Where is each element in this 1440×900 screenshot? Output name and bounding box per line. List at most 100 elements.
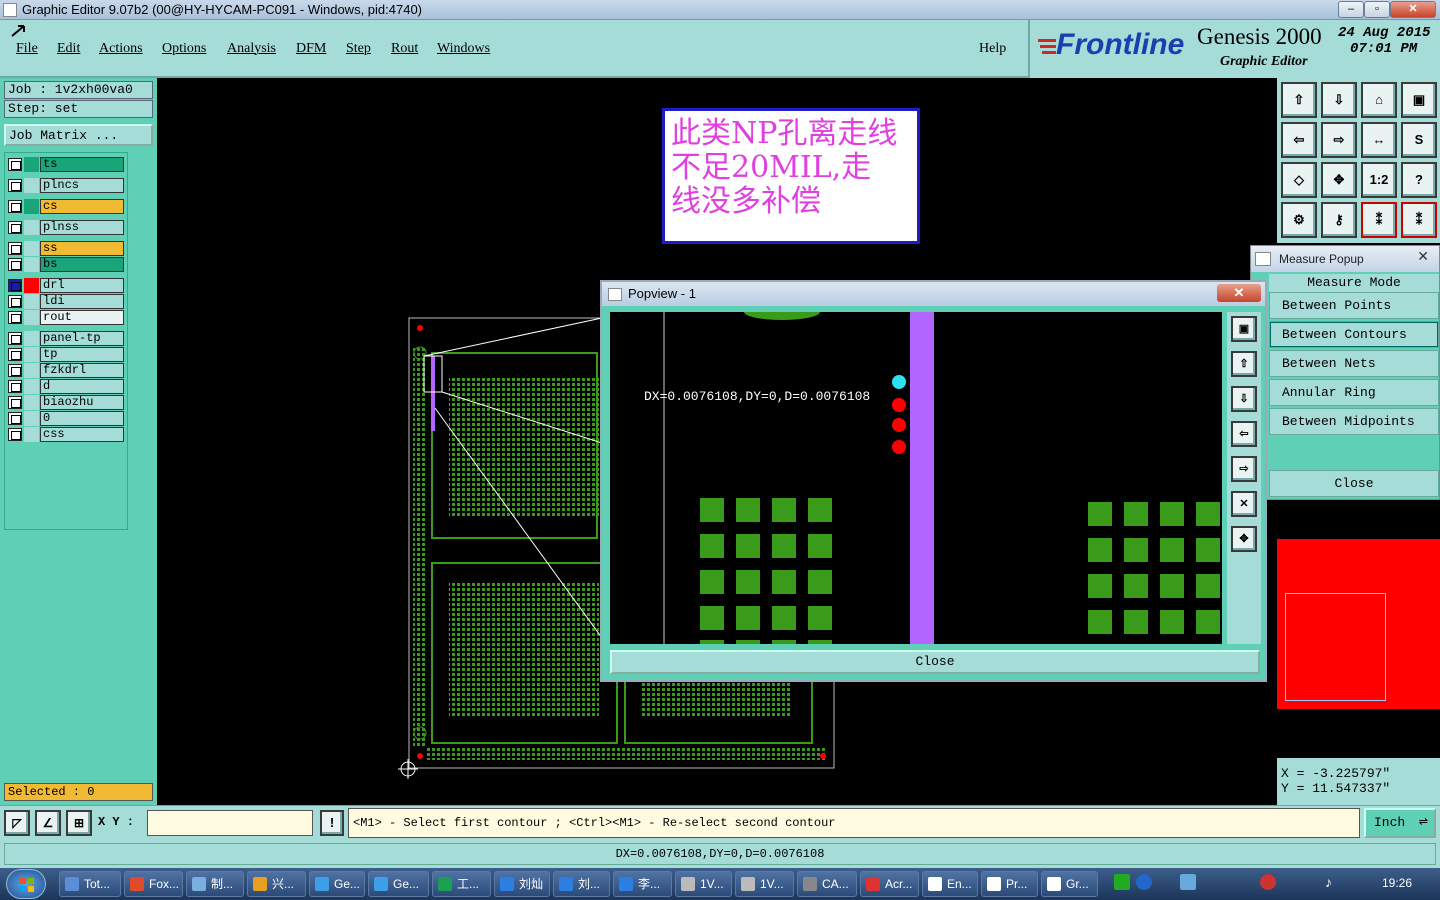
taskbar-item[interactable]: 李... (613, 871, 672, 897)
taskbar-item[interactable]: Pr... (981, 871, 1038, 897)
start-button[interactable] (6, 869, 46, 899)
volume-icon[interactable]: ♪ (1325, 874, 1332, 890)
menu-windows[interactable]: Windows (437, 41, 490, 57)
popview-close-button[interactable]: Close (610, 650, 1260, 674)
taskbar-item[interactable]: 制... (186, 871, 244, 897)
taskbar-item[interactable]: Gr... (1041, 871, 1098, 897)
taskbar-item[interactable]: 工... (432, 871, 491, 897)
overview-map[interactable] (1277, 503, 1440, 758)
layer-name[interactable]: tp (40, 347, 124, 362)
layer-color-swatch[interactable] (24, 157, 39, 172)
layer-checkbox[interactable] (8, 364, 22, 377)
popview-pan-down-icon[interactable]: ⇩ (1231, 386, 1257, 412)
layer-color-swatch[interactable] (24, 257, 39, 272)
layer-checkbox[interactable] (8, 242, 22, 255)
layer-row-rout[interactable]: rout (8, 310, 124, 325)
layer-checkbox[interactable] (8, 158, 22, 171)
popview-zoom-out-icon[interactable]: ✕ (1231, 491, 1257, 517)
menu-file[interactable]: File (16, 41, 38, 57)
units-selector[interactable]: Inch ⇌ (1364, 808, 1436, 838)
layer-name[interactable]: plncs (40, 178, 124, 193)
taskbar-item[interactable]: 1V... (675, 871, 732, 897)
measure-close-icon[interactable]: ✕ (1417, 248, 1429, 265)
grid-mode-icon[interactable]: ⊞ (66, 810, 92, 836)
layer-checkbox[interactable] (8, 311, 22, 324)
home-view-icon[interactable]: ⌂ (1361, 82, 1397, 118)
menu-rout[interactable]: Rout (391, 41, 418, 57)
snap-icon[interactable]: S (1401, 122, 1437, 158)
window-view-icon[interactable]: ▣ (1401, 82, 1437, 118)
taskbar-item[interactable]: 刘灿 (494, 871, 550, 897)
layer-name[interactable]: bs (40, 257, 124, 272)
popview-pan-right-icon[interactable]: ⇨ (1231, 456, 1257, 482)
zoom-center-icon[interactable]: ✥ (1321, 162, 1357, 198)
layer-row-bs[interactable]: bs (8, 257, 124, 272)
popview-pan-up-icon[interactable]: ⇧ (1231, 351, 1257, 377)
xy-input[interactable] (147, 810, 313, 836)
ratio-icon[interactable]: 1:2 (1361, 162, 1397, 198)
pan-up-icon[interactable]: ⇧ (1281, 82, 1317, 118)
layer-row-css[interactable]: css (8, 427, 124, 442)
layer-checkbox[interactable] (8, 332, 22, 345)
popview-pan-left-icon[interactable]: ⇦ (1231, 421, 1257, 447)
measure-close-button[interactable]: Close (1269, 470, 1439, 497)
zoom-fit-icon[interactable]: ◇ (1281, 162, 1317, 198)
layer-checkbox[interactable] (8, 279, 22, 292)
select-mode-icon[interactable]: ◸ (4, 810, 30, 836)
layer-row-cs[interactable]: cs (8, 199, 124, 214)
layer-row-0[interactable]: 0 (8, 411, 124, 426)
layer-name[interactable]: plnss (40, 220, 124, 235)
key-icon[interactable]: ⚷ (1321, 202, 1357, 238)
layer-row-fzkdrl[interactable]: fzkdrl (8, 363, 124, 378)
taskbar-item[interactable]: CA... (797, 871, 857, 897)
taskbar-item[interactable]: Tot... (59, 871, 121, 897)
layer-color-swatch[interactable] (24, 331, 39, 346)
layer-name[interactable]: css (40, 427, 124, 442)
layer-name[interactable]: ldi (40, 294, 124, 309)
tray-icon-s[interactable] (1114, 874, 1130, 890)
taskbar-item[interactable]: Fox... (124, 871, 183, 897)
measure-between-nets[interactable]: Between Nets (1269, 350, 1439, 377)
layer-name[interactable]: ss (40, 241, 124, 256)
overview-viewport[interactable] (1285, 593, 1386, 701)
tray-icon[interactable] (1260, 874, 1276, 890)
tray-icon[interactable] (1180, 874, 1196, 890)
taskbar-item[interactable]: Ge... (309, 871, 365, 897)
taskbar-item[interactable]: En... (922, 871, 978, 897)
layer-row-ldi[interactable]: ldi (8, 294, 124, 309)
menu-help[interactable]: Help (979, 41, 1006, 57)
menu-analysis[interactable]: Analysis (227, 41, 276, 57)
layer-checkbox[interactable] (8, 221, 22, 234)
popview-canvas[interactable]: DX=0.0076108,DY=0,D=0.0076108 (610, 312, 1222, 644)
layer-color-swatch[interactable] (24, 411, 39, 426)
layer-checkbox[interactable] (8, 295, 22, 308)
help-icon[interactable]: ? (1401, 162, 1437, 198)
layer-name[interactable]: cs (40, 199, 124, 214)
layer-row-plnss[interactable]: plnss (8, 220, 124, 235)
layer-color-swatch[interactable] (24, 395, 39, 410)
layer-row-ts[interactable]: ts (8, 157, 124, 172)
layer-row-ss[interactable]: ss (8, 241, 124, 256)
layer-checkbox[interactable] (8, 179, 22, 192)
layer-color-swatch[interactable] (24, 278, 39, 293)
tray-help-icon[interactable] (1136, 874, 1152, 890)
layer-checkbox[interactable] (8, 396, 22, 409)
pan-left-icon[interactable]: ⇦ (1281, 122, 1317, 158)
layer-row-biaozhu[interactable]: biaozhu (8, 395, 124, 410)
measure-between-midpoints[interactable]: Between Midpoints (1269, 408, 1439, 435)
layer-name[interactable]: 0 (40, 411, 124, 426)
layer-name[interactable]: d (40, 379, 124, 394)
layer-row-drl[interactable]: drl (8, 278, 124, 293)
measure-between-contours[interactable]: Between Contours (1269, 321, 1439, 348)
layer-color-swatch[interactable] (24, 178, 39, 193)
popview-close-icon[interactable]: ✕ (1217, 284, 1261, 302)
layer-checkbox[interactable] (8, 200, 22, 213)
angle-mode-icon[interactable]: ∠ (35, 810, 61, 836)
warning-icon[interactable]: ! (320, 810, 344, 836)
menu-dfm[interactable]: DFM (296, 41, 326, 57)
measure-between-points[interactable]: Between Points (1269, 292, 1439, 319)
layer-row-d[interactable]: d (8, 379, 124, 394)
menu-edit[interactable]: Edit (57, 41, 80, 57)
layer-name[interactable]: ts (40, 157, 124, 172)
layer-color-swatch[interactable] (24, 363, 39, 378)
